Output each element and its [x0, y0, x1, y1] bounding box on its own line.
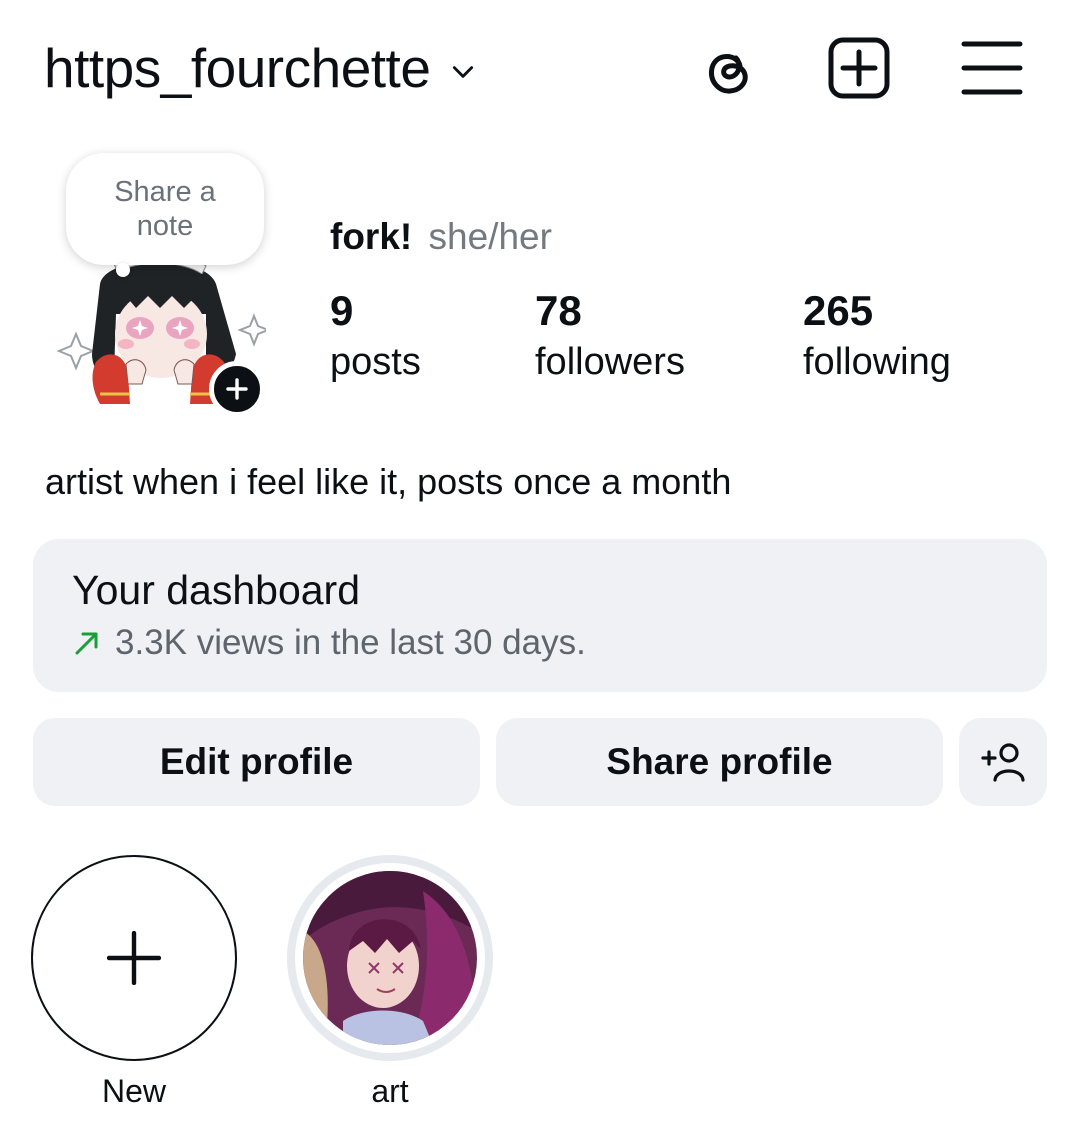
- add-story-button[interactable]: [209, 361, 265, 417]
- followers-label: followers: [535, 341, 685, 383]
- trend-up-icon: [75, 632, 98, 655]
- create-icon[interactable]: [827, 36, 891, 100]
- stat-followers[interactable]: 78 followers: [535, 288, 685, 390]
- highlight-art-circle[interactable]: [287, 855, 493, 1061]
- posts-label: posts: [330, 341, 421, 383]
- stat-following[interactable]: 265 following: [803, 288, 951, 390]
- highlight-art[interactable]: art: [287, 855, 493, 1113]
- profile-avatar[interactable]: [56, 244, 266, 424]
- note-placeholder: Share a note: [114, 176, 216, 242]
- stat-posts[interactable]: 9 posts: [330, 288, 421, 390]
- posts-count: 9: [330, 287, 354, 334]
- highlight-new[interactable]: New: [31, 855, 237, 1113]
- note-bubble-tail: [116, 263, 130, 277]
- add-person-icon: [981, 743, 1025, 782]
- following-label: following: [803, 341, 951, 383]
- highlight-label: New: [101, 1073, 166, 1109]
- threads-icon[interactable]: [696, 36, 760, 100]
- account-switcher[interactable]: https_fourchette: [44, 36, 476, 100]
- plus-icon: [107, 931, 161, 985]
- followers-count: 78: [535, 287, 582, 334]
- edit-profile-button[interactable]: Edit profile: [33, 718, 480, 806]
- share-profile-button[interactable]: Share profile: [496, 718, 943, 806]
- following-count: 265: [803, 287, 874, 334]
- username[interactable]: https_fourchette: [44, 36, 431, 100]
- dashboard-subtitle-row: 3.3K views in the last 30 days.: [73, 623, 586, 663]
- dashboard-title: Your dashboard: [72, 567, 361, 613]
- highlight-new-circle[interactable]: [31, 855, 237, 1061]
- display-name: fork!: [330, 216, 413, 257]
- dashboard-subtitle: 3.3K views in the last 30 days.: [115, 623, 586, 662]
- bio: artist when i feel like it, posts once a…: [45, 461, 732, 502]
- highlight-cover-image: [303, 871, 477, 1045]
- dashboard-card[interactable]: Your dashboard 3.3K views in the last 30…: [33, 539, 1047, 692]
- profile-name-row: fork! she/her: [330, 216, 552, 258]
- pronouns: she/her: [428, 216, 552, 257]
- highlight-label: art: [371, 1073, 409, 1109]
- discover-people-button[interactable]: [959, 718, 1047, 806]
- note-bubble[interactable]: Share a note: [66, 153, 264, 265]
- plus-icon: [226, 378, 248, 400]
- menu-icon[interactable]: [960, 36, 1024, 100]
- chevron-down-icon[interactable]: [450, 59, 476, 85]
